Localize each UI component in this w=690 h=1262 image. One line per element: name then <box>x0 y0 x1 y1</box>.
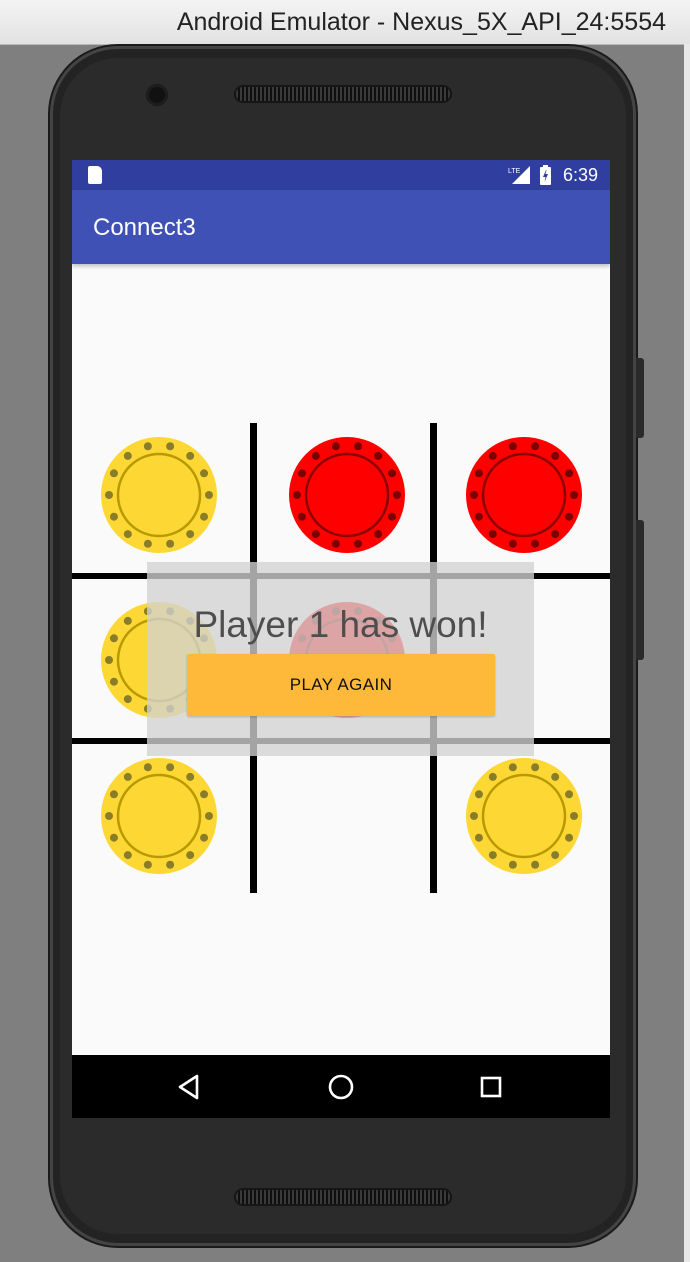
recents-icon[interactable] <box>475 1071 507 1103</box>
yellow-chip <box>101 437 217 553</box>
device-screen: LTE 6:39 Connect3 Player 1 has won! PLAY… <box>72 160 610 1118</box>
emulator-title-bar: Android Emulator - Nexus_5X_API_24:5554 <box>0 0 690 45</box>
window-title: Android Emulator - Nexus_5X_API_24:5554 <box>176 8 666 36</box>
yellow-chip <box>466 758 582 874</box>
app-bar: Connect3 <box>72 190 610 264</box>
winner-message: Player 1 has won! <box>193 604 488 645</box>
front-camera <box>146 84 168 106</box>
power-button[interactable] <box>636 520 644 660</box>
bottom-speaker <box>234 1188 452 1206</box>
yellow-chip <box>101 758 217 874</box>
board-cell[interactable] <box>454 425 594 565</box>
home-icon[interactable] <box>325 1071 357 1103</box>
navigation-bar <box>72 1055 610 1118</box>
sd-card-icon <box>88 166 102 184</box>
volume-button[interactable] <box>636 358 644 438</box>
board-cell[interactable] <box>454 746 594 886</box>
winner-dialog: Player 1 has won! PLAY AGAIN <box>147 562 534 756</box>
red-chip <box>289 437 405 553</box>
app-title: Connect3 <box>93 214 196 241</box>
lte-signal-icon: LTE <box>508 166 530 184</box>
battery-icon <box>540 165 551 185</box>
red-chip <box>466 437 582 553</box>
window-edge <box>684 44 690 1262</box>
board-cell[interactable] <box>277 425 417 565</box>
top-speaker <box>234 85 452 103</box>
board-cell[interactable] <box>277 746 417 886</box>
clock: 6:39 <box>562 165 598 185</box>
play-again-button[interactable]: PLAY AGAIN <box>187 654 495 716</box>
board-cell[interactable] <box>89 425 229 565</box>
network-label: LTE <box>508 168 521 175</box>
back-icon[interactable] <box>173 1071 205 1103</box>
board-cell[interactable] <box>89 746 229 886</box>
status-bar: LTE 6:39 <box>72 160 610 190</box>
